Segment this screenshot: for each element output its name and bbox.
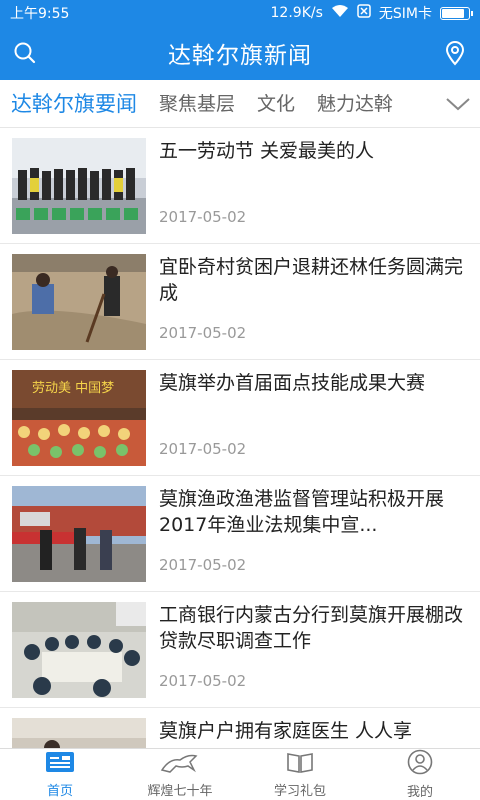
- news-title: 宜卧奇村贫困户退耕还林任务圆满完成: [159, 256, 464, 304]
- tab-jujiao[interactable]: 聚焦基层: [148, 80, 246, 127]
- news-thumbnail: [12, 718, 146, 748]
- news-thumbnail: [12, 138, 146, 234]
- app-title: 达斡尔旗新闻: [168, 43, 312, 69]
- book-icon: [286, 750, 314, 778]
- nav-study-label: 学习礼包: [273, 784, 326, 799]
- news-date: 2017-05-02: [159, 440, 247, 458]
- user-icon: [407, 749, 433, 779]
- news-item[interactable]: 五一劳动节 关爱最美的人 2017-05-02: [0, 128, 480, 244]
- nav-home[interactable]: 首页: [0, 749, 120, 800]
- news-thumbnail: [12, 254, 146, 350]
- network-speed: 12.9K/s: [270, 5, 323, 21]
- news-thumbnail: [12, 602, 146, 698]
- news-date: 2017-05-02: [159, 324, 247, 342]
- news-title: 工商银行内蒙古分行到莫旗开展棚改 贷款尽职调查工作: [159, 604, 464, 652]
- nav-home-label: 首页: [46, 784, 73, 799]
- news-item[interactable]: 莫旗渔政渔港监督管理站积极开展2017年渔业法规集中宣... 2017-05-0…: [0, 476, 480, 592]
- news-list: 五一劳动节 关爱最美的人 2017-05-02 宜卧奇村贫困户退耕还林任务圆满完…: [0, 128, 480, 748]
- chevron-down-icon[interactable]: [436, 80, 480, 127]
- home-news-icon: [45, 750, 75, 778]
- nav-mine-label: 我的: [406, 785, 433, 800]
- nav-study[interactable]: 学习礼包: [240, 749, 360, 800]
- thumbnail-banner-text: 劳动美 中国梦: [32, 380, 114, 396]
- bottom-navigation: 首页 辉煌七十年 学习礼包 我的: [0, 748, 480, 800]
- tab-wenhua[interactable]: 文化: [246, 80, 306, 127]
- news-item[interactable]: 劳动美 中国梦 莫旗举办首届面点技能成果大赛 2017-05-02: [0, 360, 480, 476]
- status-time: 上午9:55: [10, 6, 70, 22]
- location-pin-icon[interactable]: [438, 36, 472, 70]
- news-item[interactable]: 莫旗户户拥有家庭医生 人人享: [0, 708, 480, 748]
- wifi-icon: [331, 4, 349, 22]
- horse-icon: [160, 750, 200, 778]
- news-title: 莫旗渔政渔港监督管理站积极开展2017年渔业法规集中宣...: [159, 488, 445, 536]
- news-thumbnail: 劳动美 中国梦: [12, 370, 146, 466]
- news-title: 五一劳动节 关爱最美的人: [159, 140, 375, 162]
- news-date: 2017-05-02: [159, 672, 247, 690]
- no-sim-icon: [357, 4, 371, 22]
- status-bar: 上午9:55 12.9K/s 无SIM卡: [0, 0, 480, 26]
- news-item[interactable]: 宜卧奇村贫困户退耕还林任务圆满完成 2017-05-02: [0, 244, 480, 360]
- battery-level: [442, 8, 465, 18]
- app-header: 达斡尔旗新闻: [0, 26, 480, 80]
- news-title: 莫旗举办首届面点技能成果大赛: [159, 372, 426, 394]
- news-item[interactable]: 工商银行内蒙古分行到莫旗开展棚改 贷款尽职调查工作 2017-05-02: [0, 592, 480, 708]
- category-tabs: 达斡尔旗要闻 聚焦基层 文化 魅力达斡: [0, 80, 480, 128]
- tab-meili[interactable]: 魅力达斡: [306, 80, 404, 127]
- nav-glory[interactable]: 辉煌七十年: [120, 749, 240, 800]
- battery-icon: [440, 6, 473, 20]
- news-date: 2017-05-02: [159, 208, 247, 226]
- nav-glory-label: 辉煌七十年: [147, 784, 213, 799]
- tab-yaowen[interactable]: 达斡尔旗要闻: [0, 80, 148, 127]
- news-date: 2017-05-02: [159, 556, 247, 574]
- news-thumbnail: [12, 486, 146, 582]
- nav-mine[interactable]: 我的: [360, 749, 480, 800]
- news-title: 莫旗户户拥有家庭医生 人人享: [159, 720, 413, 742]
- search-icon[interactable]: [8, 36, 42, 70]
- sim-status: 无SIM卡: [378, 6, 432, 22]
